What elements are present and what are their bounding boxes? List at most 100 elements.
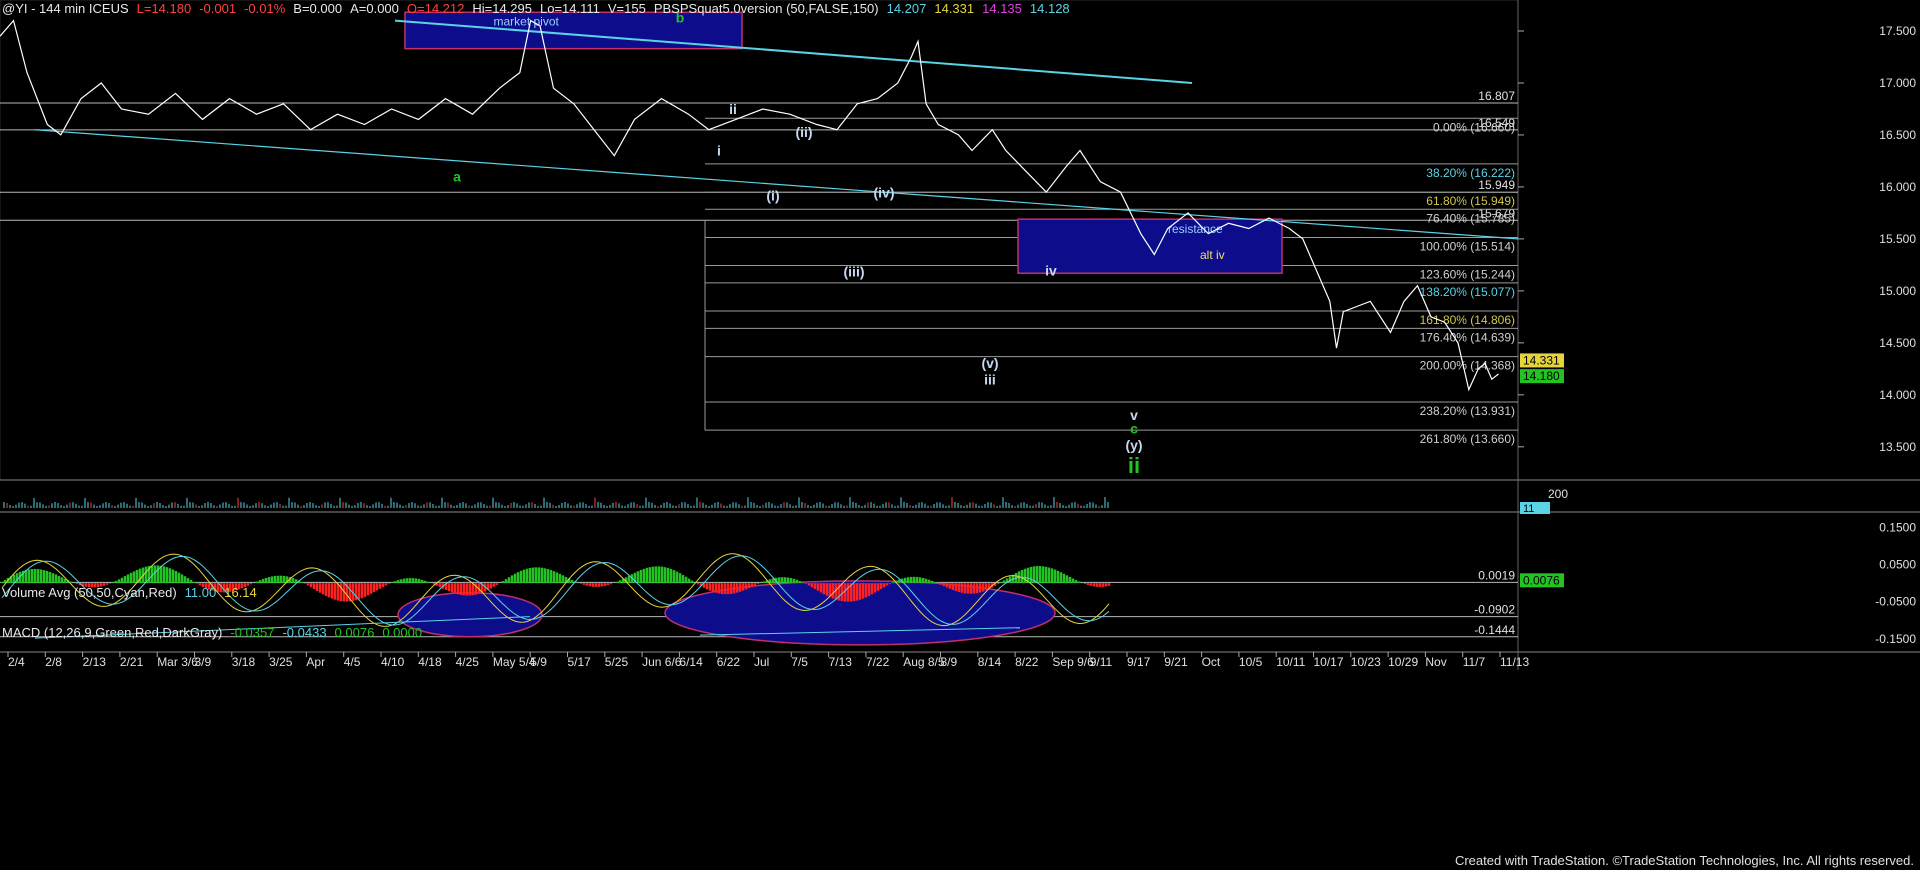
bid-value: B=0.000	[293, 1, 343, 16]
fib-level-label: 261.80% (13.660)	[1420, 432, 1515, 446]
study-name: PBSPSquat5.0version (50,FALSE,150)	[653, 1, 879, 16]
wave-label: a	[453, 169, 461, 185]
macd-v4: 0.0000	[382, 625, 423, 640]
macd-tick-label: 0.1500	[1879, 520, 1916, 534]
fib-level-label: 0.00% (16.660)	[1433, 120, 1515, 134]
date-tick-label: 4/18	[418, 655, 442, 669]
study-value-4: 14.128	[1029, 1, 1070, 16]
ask-value: A=0.000	[350, 1, 399, 16]
wave-label: c	[1130, 420, 1138, 436]
date-tick-label: 8/9	[941, 655, 958, 669]
wave-label: (v)	[981, 355, 998, 371]
price-tick-label: 13.500	[1879, 440, 1916, 454]
date-tick-label: Jul	[754, 655, 769, 669]
price-tick-label: 17.500	[1879, 24, 1916, 38]
study-value-3: 14.135	[982, 1, 1022, 16]
box-label: alt iv	[1200, 248, 1225, 262]
wave-label: (y)	[1125, 437, 1142, 453]
macd-v1: -0.0357	[230, 625, 275, 640]
date-tick-label: 9/17	[1127, 655, 1151, 669]
macd-v2: -0.0433	[282, 625, 327, 640]
date-tick-label: Apr	[306, 655, 325, 669]
date-tick-label: 7/22	[866, 655, 890, 669]
wave-label: (iv)	[874, 184, 895, 200]
volume-study-v2: 16.14	[224, 585, 257, 600]
date-tick-label: 4/5	[344, 655, 361, 669]
net-change: -0.001	[199, 1, 237, 16]
macd-v3: 0.0076	[334, 625, 375, 640]
date-tick-label: 5/17	[568, 655, 592, 669]
fib-level-label: 238.20% (13.931)	[1420, 404, 1515, 418]
fib-level-label: 100.00% (15.514)	[1420, 239, 1515, 253]
study-value-2: 14.331	[934, 1, 975, 16]
volume-study-v1: 11.00	[184, 585, 217, 600]
price-series	[0, 19, 1499, 392]
study-value-1: 14.207	[886, 1, 927, 16]
date-tick-label: 10/23	[1351, 655, 1381, 669]
date-tick-label: 3/9	[195, 655, 212, 669]
fib-level-label: 61.80% (15.949)	[1426, 194, 1515, 208]
wave-label: (ii)	[795, 124, 812, 140]
horizontal-level-label: 16.807	[1478, 89, 1515, 103]
fib-level-label: 38.20% (16.222)	[1426, 166, 1515, 180]
box-label: resistance	[1168, 222, 1223, 236]
price-tag-label: 14.180	[1523, 369, 1560, 383]
date-tick-label: 3/18	[232, 655, 256, 669]
price-panel	[0, 0, 1519, 481]
fib-level-label: 176.40% (14.639)	[1420, 330, 1515, 344]
date-tick-label: 7/13	[829, 655, 853, 669]
fib-level-label: 123.60% (15.244)	[1420, 268, 1515, 282]
wave-label: ii	[1128, 453, 1140, 478]
date-tick-label: 10/29	[1388, 655, 1418, 669]
date-tick-label: Mar 3/6	[157, 655, 198, 669]
date-tick-label: 9/11	[1090, 655, 1113, 669]
macd-tick-label: -0.0500	[1875, 595, 1916, 609]
price-tick-label: 14.000	[1879, 388, 1916, 402]
wave-label: iii	[984, 371, 996, 387]
date-tick-label: 10/11	[1276, 655, 1305, 669]
fib-level-label: 138.20% (15.077)	[1420, 285, 1515, 299]
price-tag-label: 14.331	[1523, 353, 1560, 367]
date-tick-label: 7/5	[791, 655, 808, 669]
date-tick-label: 4/10	[381, 655, 405, 669]
date-tick-label: 8/22	[1015, 655, 1039, 669]
volume-tick-label: 200	[1548, 487, 1568, 501]
price-chart: 17.500 17.000 16.500 16.000 15.500 15.000 14.5…	[0, 0, 1920, 670]
upper-trendline	[394, 19, 1193, 84]
macd-tag-label: 0.0076	[1523, 573, 1560, 587]
date-tick-label: 3/25	[269, 655, 293, 669]
date-tick-label: 6/22	[717, 655, 741, 669]
date-tick-label: Nov	[1425, 655, 1446, 669]
fib-level-label: 161.80% (14.806)	[1420, 313, 1515, 327]
volume-tag-label: 11	[1523, 503, 1534, 515]
low-value: Lo=14.111	[540, 1, 600, 16]
wave-label: (i)	[766, 187, 779, 203]
macd-header: MACD (12,26,9,Green,Red,DarkGray) -0.0357…	[2, 625, 430, 640]
wave-label: i	[717, 143, 721, 159]
macd-level-label: -0.1444	[1474, 623, 1515, 637]
date-tick-label: 9/21	[1164, 655, 1188, 669]
price-tick-label: 16.500	[1879, 128, 1916, 142]
date-tick-label: 4/25	[456, 655, 480, 669]
date-tick-label: 11/13	[1500, 655, 1529, 669]
price-tick-label: 17.000	[1879, 76, 1916, 90]
copyright-footer: Created with TradeStation. ©TradeStation…	[1454, 853, 1914, 868]
chart-header: @YI - 144 min ICEUS L=14.180 -0.001 -0.01% B…	[2, 1, 1078, 16]
date-tick-label: 5/25	[605, 655, 629, 669]
open-value: O=14.212	[406, 1, 465, 16]
price-tick-label: 16.000	[1879, 180, 1916, 194]
box-label: market pivot	[494, 14, 560, 28]
high-value: Hi=14.295	[472, 1, 532, 16]
fib-level-label: 200.00% (14.368)	[1420, 359, 1515, 373]
volume-value: V=155	[607, 1, 646, 16]
date-tick-label: Sep 9/6	[1052, 655, 1094, 669]
last-price: L=14.180	[136, 1, 192, 16]
symbol-label: @YI - 144 min ICEUS	[2, 1, 129, 16]
wave-label: iv	[1045, 262, 1057, 278]
date-tick-label: 10/17	[1314, 655, 1344, 669]
date-tick-label: Aug 8/5	[903, 655, 945, 669]
price-tick-label: 15.500	[1879, 232, 1916, 246]
price-tick-label: 14.500	[1879, 336, 1916, 350]
macd-title: MACD (12,26,9,Green,Red,DarkGray)	[2, 625, 223, 640]
wave-label: (iii)	[844, 263, 865, 279]
